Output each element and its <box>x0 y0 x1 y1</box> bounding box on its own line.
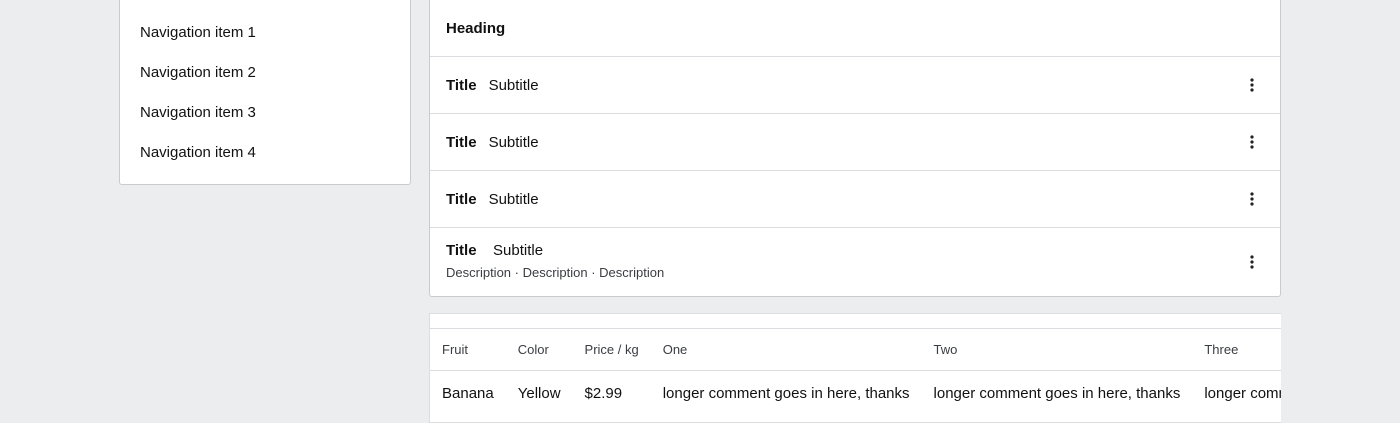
side-navigation: Navigation item 1 Navigation item 2 Navi… <box>119 0 411 185</box>
column-header-two[interactable]: Two <box>921 329 1193 371</box>
more-vertical-icon[interactable] <box>1242 75 1262 95</box>
column-header-price[interactable]: Price / kg <box>572 329 651 371</box>
more-vertical-icon[interactable] <box>1242 252 1262 272</box>
row-description: Description · Description · Description <box>446 265 665 280</box>
row-title: Title <box>446 242 477 259</box>
column-header-one[interactable]: One <box>650 329 922 371</box>
list-heading: Heading <box>430 0 1280 57</box>
data-table: Fruit Color Price / kg One Two Three Ban… <box>430 329 1281 416</box>
row-subtitle: Subtitle <box>488 76 539 94</box>
row-title: Title <box>446 190 477 208</box>
table-toolbar <box>430 314 1281 329</box>
table-cell: longer comment goes in here, thanks <box>933 384 1181 402</box>
table-cell: Banana <box>442 384 494 402</box>
nav-item-2[interactable]: Navigation item 2 <box>120 53 410 93</box>
more-vertical-icon[interactable] <box>1242 189 1262 209</box>
list-card: Heading Title Subtitle Title Subtitle Ti… <box>429 0 1281 297</box>
table-cell: longer comment goes in here, thanks <box>662 384 910 402</box>
row-title: Title <box>446 76 477 94</box>
list-row: Title Subtitle Description · Description… <box>430 228 1280 296</box>
column-header-color[interactable]: Color <box>505 329 573 371</box>
table-cell: $2.99 <box>584 384 623 402</box>
table-header-row: Fruit Color Price / kg One Two Three <box>430 329 1281 371</box>
table-cell: Yellow <box>517 384 561 402</box>
row-subtitle: Subtitle <box>493 242 544 259</box>
more-vertical-icon[interactable] <box>1242 132 1262 152</box>
row-subtitle: Subtitle <box>488 190 539 208</box>
row-title: Title <box>446 133 477 151</box>
table-cell: longer comment goes in here, thanks <box>1204 384 1281 402</box>
nav-item-1[interactable]: Navigation item 1 <box>120 13 410 53</box>
table-row: Banana Yellow $2.99 longer comment goes … <box>430 370 1281 416</box>
data-table-card: Fruit Color Price / kg One Two Three Ban… <box>429 313 1281 423</box>
column-header-fruit[interactable]: Fruit <box>430 329 506 371</box>
column-header-three[interactable]: Three <box>1192 329 1281 371</box>
nav-item-3[interactable]: Navigation item 3 <box>120 93 410 133</box>
list-row: Title Subtitle <box>430 57 1280 114</box>
list-row: Title Subtitle <box>430 114 1280 171</box>
nav-item-4[interactable]: Navigation item 4 <box>120 133 410 173</box>
list-row: Title Subtitle <box>430 171 1280 228</box>
row-subtitle: Subtitle <box>488 133 539 151</box>
